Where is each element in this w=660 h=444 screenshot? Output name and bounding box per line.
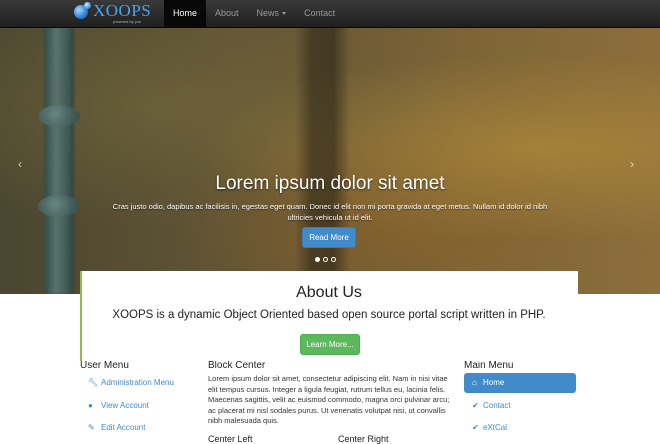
carousel-indicator-1[interactable] (315, 257, 320, 262)
user-menu-title: User Menu (80, 360, 129, 371)
nav-home[interactable]: Home (164, 0, 207, 27)
brand-tagline: powered by you (113, 19, 142, 24)
about-section: About Us XOOPS is a dynamic Object Orien… (80, 271, 578, 361)
nav-news-label: News (256, 8, 280, 18)
block-center-title: Block Center (208, 360, 266, 371)
learn-more-button[interactable]: Learn More... (300, 334, 360, 355)
top-navbar: XOOPS powered by you Home About News Con… (0, 0, 660, 28)
block-center-text: Lorem ipsum dolor sit amet, consectetur … (208, 374, 450, 425)
main-menu-item-home[interactable]: ⌂ Home (464, 373, 576, 393)
main-menu-label: Contact (483, 401, 511, 410)
check-icon: ✔ (472, 401, 479, 410)
background-tree (295, 27, 350, 294)
caret-down-icon (282, 12, 287, 16)
carousel-indicators (315, 257, 336, 262)
home-icon: ⌂ (472, 378, 477, 387)
main-menu-label: Home (483, 378, 505, 387)
user-menu-item-view-account[interactable]: ● View Account (88, 401, 149, 410)
user-menu-label: Administration Menu (101, 378, 174, 387)
read-more-button[interactable]: Read More (302, 227, 356, 248)
carousel-indicator-3[interactable] (331, 257, 336, 262)
main-menu-item-extcal[interactable]: ✔ eXtCal (464, 418, 576, 438)
chevron-right-icon[interactable]: › (630, 157, 634, 171)
carousel-indicator-2[interactable] (323, 257, 328, 262)
background-post-knob (38, 105, 80, 127)
about-title: About Us (296, 284, 362, 301)
user-icon: ● (88, 401, 93, 410)
main-nav: Home About News Contact (164, 0, 344, 27)
user-menu-item-admin[interactable]: 🔧︎ Administration Menu (88, 378, 174, 387)
hero-carousel: ‹ › Lorem ipsum dolor sit amet Cras just… (0, 27, 660, 294)
about-lead: XOOPS is a dynamic Object Oriented based… (112, 309, 546, 321)
background-post-knob (38, 195, 80, 217)
nav-news[interactable]: News (248, 0, 296, 27)
main-menu-title: Main Menu (464, 360, 514, 371)
main-menu-item-contact[interactable]: ✔ Contact (464, 396, 576, 416)
user-menu-label: View Account (101, 401, 149, 410)
nav-about[interactable]: About (206, 0, 248, 27)
background-post (44, 27, 74, 294)
main-menu-label: eXtCal (483, 423, 508, 432)
user-menu-label: Edit Account (101, 423, 146, 432)
center-right-title: Center Right (338, 434, 389, 444)
user-menu-item-edit-account[interactable]: ✎ Edit Account (88, 423, 145, 432)
globe-small-icon (84, 2, 91, 9)
chevron-left-icon[interactable]: ‹ (18, 157, 22, 171)
center-left-title: Center Left (208, 434, 253, 444)
pencil-icon: ✎ (88, 423, 95, 432)
wrench-icon: 🔧︎ (88, 378, 99, 387)
check-icon: ✔ (472, 423, 479, 432)
carousel-title: Lorem ipsum dolor sit amet (215, 173, 445, 194)
nav-contact[interactable]: Contact (295, 0, 344, 27)
brand-name: XOOPS (93, 1, 152, 20)
carousel-text: Cras justo odio, dapibus ac facilisis in… (112, 202, 548, 222)
